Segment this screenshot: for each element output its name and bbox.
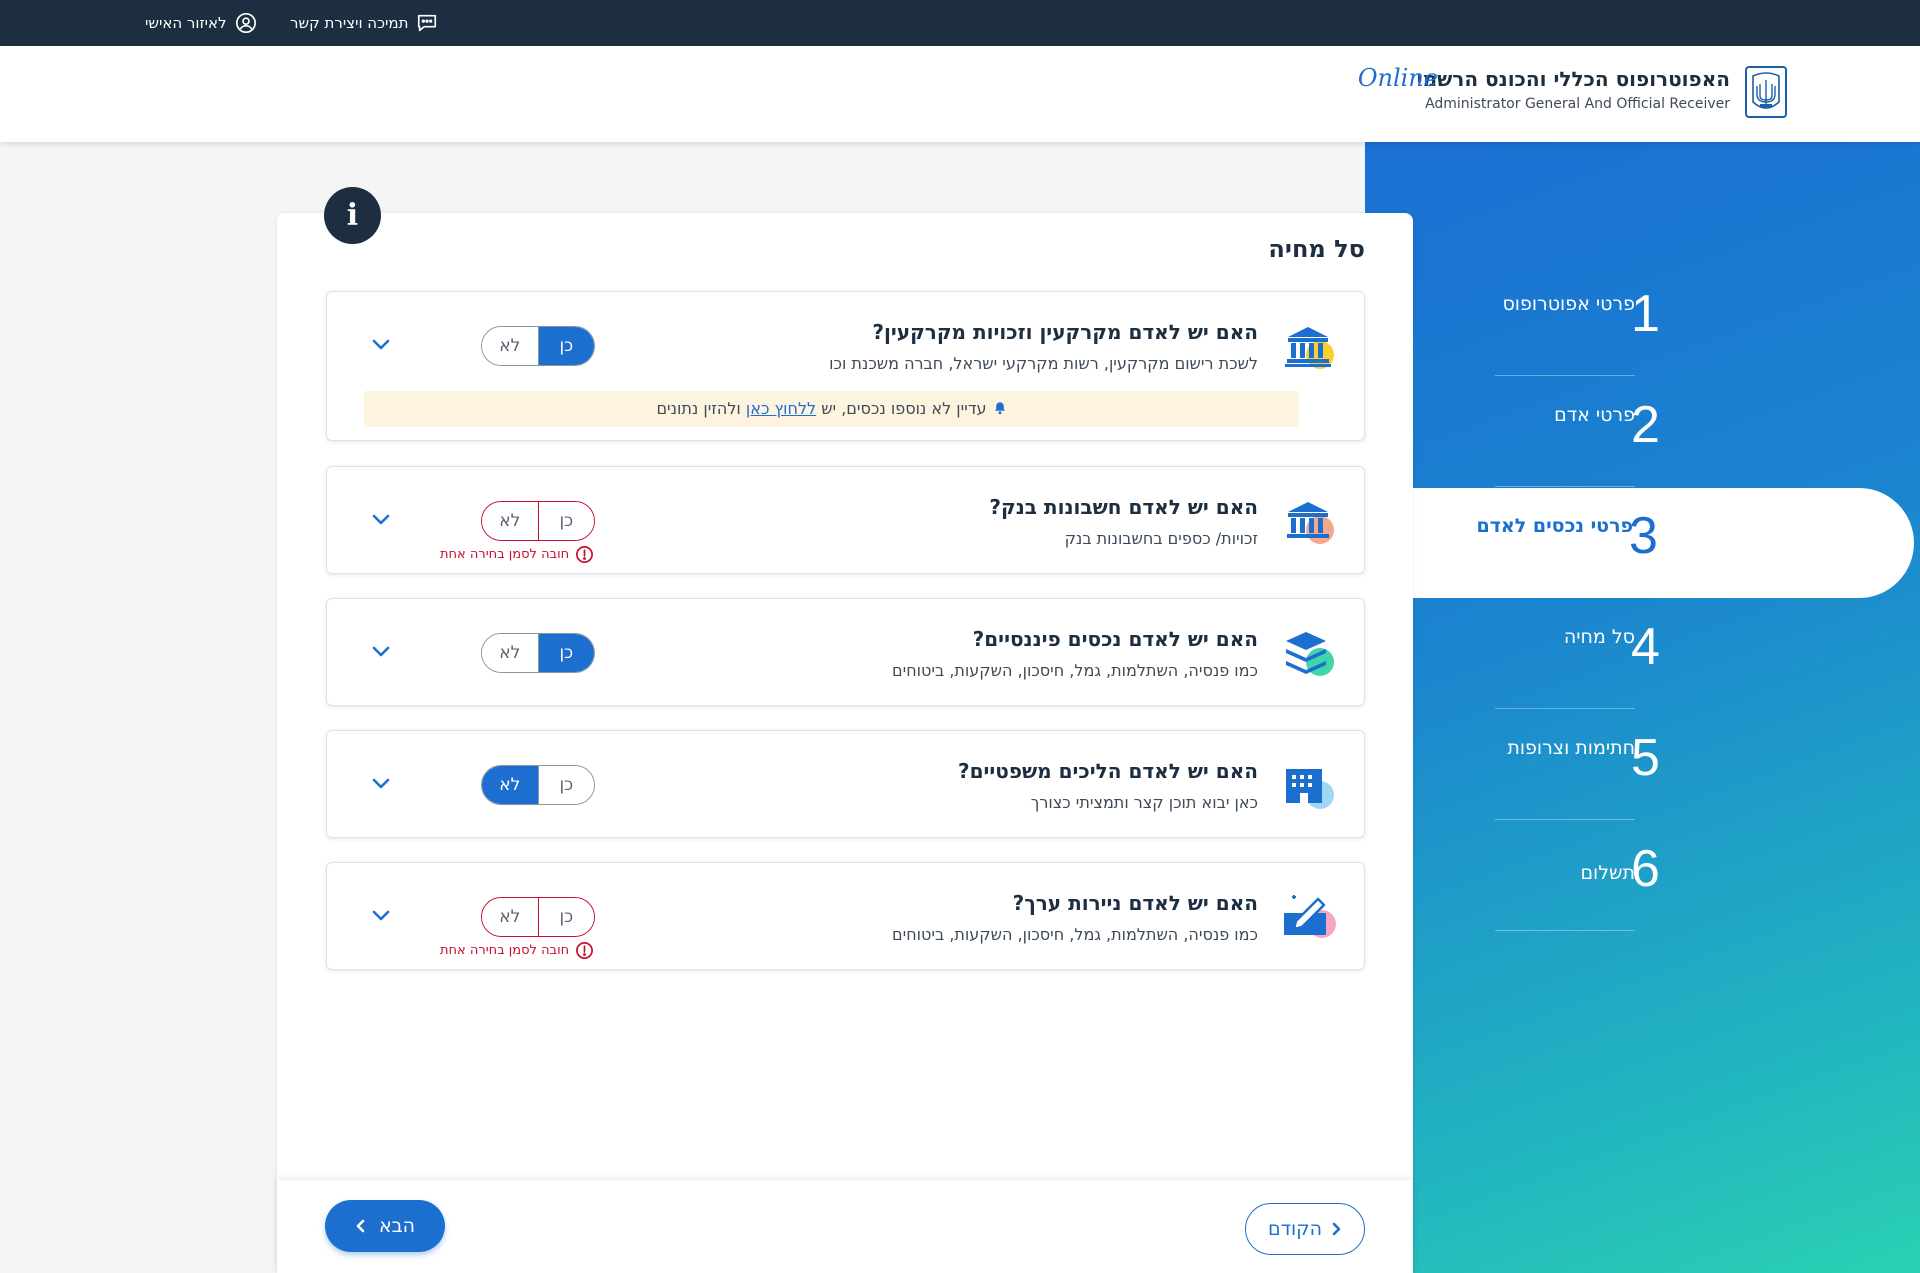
court-building-icon bbox=[1286, 769, 1334, 809]
yes-option[interactable]: כן bbox=[538, 898, 594, 936]
no-option[interactable]: לא bbox=[482, 898, 539, 936]
no-option[interactable]: לא bbox=[482, 502, 539, 540]
step-1[interactable]: 1 פרטי אפוטרופוס bbox=[1413, 266, 1916, 376]
question-title: האם יש לאדם ניירות ערך? bbox=[1012, 891, 1258, 915]
step-number: 1 bbox=[1631, 285, 1660, 343]
info-button[interactable]: i bbox=[324, 187, 381, 244]
question-subtitle: כמו פנסיה, השתלמות, גמל, חיסכון, השקעות,… bbox=[892, 925, 1258, 944]
no-assets-notice: עדיין לא נוספו נכסים, יש ללחוץ כאן ולהזי… bbox=[364, 391, 1299, 427]
notice-text-after: ולהזין נתונים bbox=[656, 399, 741, 418]
previous-label: הקודם bbox=[1267, 1218, 1323, 1240]
main-card: סל מחיה האם יש לאדם מקרקעין וזכויות מקרק… bbox=[277, 213, 1413, 1273]
question-title: האם יש לאדם נכסים פיננסיים? bbox=[972, 627, 1258, 651]
error-text: חובה לסמן בחירה אחת bbox=[440, 943, 570, 958]
question-title: האם יש לאדם חשבונות בנק? bbox=[989, 495, 1258, 519]
yes-no-toggle: לא כן bbox=[481, 501, 595, 541]
personal-area-label: לאיזור האישי bbox=[145, 14, 227, 32]
no-option[interactable]: לא bbox=[482, 327, 539, 365]
step-label: פרטי אפוטרופוס bbox=[1502, 293, 1635, 315]
step-number: 3 bbox=[1629, 507, 1658, 565]
yes-no-toggle: לא כן bbox=[481, 897, 595, 937]
step-divider bbox=[1495, 819, 1635, 820]
step-label: פרטי נכסים לאדם bbox=[1476, 515, 1634, 537]
yes-no-toggle: לא כן bbox=[481, 633, 595, 673]
step-label: חתימות וצרופות bbox=[1507, 737, 1635, 759]
question-card-legal-proceedings: האם יש לאדם הליכים משפטיים? כאן יבוא תוכ… bbox=[326, 730, 1365, 838]
chevron-down-icon[interactable] bbox=[369, 903, 393, 927]
layers-icon bbox=[1286, 632, 1334, 676]
question-title: האם יש לאדם הליכים משפטיים? bbox=[957, 759, 1258, 783]
form-footer: הבא הקודם bbox=[277, 1180, 1413, 1273]
personal-area-link[interactable]: לאיזור האישי bbox=[145, 12, 257, 34]
yes-no-toggle: לא כן bbox=[481, 326, 595, 366]
error-text: חובה לסמן בחירה אחת bbox=[440, 547, 570, 562]
bank-icon bbox=[1287, 502, 1334, 544]
step-number: 2 bbox=[1631, 396, 1660, 454]
question-subtitle: זכויות/ כספים בחשבונות בנק bbox=[1064, 529, 1258, 548]
bell-icon bbox=[994, 402, 1005, 415]
chevron-down-icon[interactable] bbox=[369, 639, 393, 663]
error-circle-icon bbox=[576, 546, 594, 563]
chevron-down-icon[interactable] bbox=[369, 332, 393, 356]
question-subtitle: לשכת רישום מקרקעין, רשות מקרקעי ישראל, ח… bbox=[829, 354, 1258, 373]
chevron-right-icon bbox=[1332, 1222, 1341, 1236]
previous-button[interactable]: הקודם bbox=[1245, 1203, 1365, 1255]
chevron-down-icon[interactable] bbox=[369, 771, 393, 795]
step-4[interactable]: 4 סל מחיה bbox=[1413, 599, 1916, 709]
step-number: 4 bbox=[1631, 618, 1660, 676]
step-2[interactable]: 2 פרטי אדם bbox=[1413, 377, 1916, 487]
step-divider bbox=[1495, 708, 1635, 709]
site-header: האפוטרופוס הכללי והכונס הרשמי Online Adm… bbox=[0, 46, 1920, 142]
yes-option[interactable]: כן bbox=[538, 766, 594, 804]
notice-text-before: עדיין לא נוספו נכסים, יש bbox=[821, 399, 987, 418]
step-6[interactable]: 6 תשלום bbox=[1413, 821, 1916, 931]
no-option[interactable]: לא bbox=[482, 766, 539, 804]
chevron-left-icon bbox=[356, 1219, 365, 1233]
step-number: 5 bbox=[1631, 729, 1660, 787]
brand-online: Online bbox=[1357, 64, 1438, 92]
bank-building-icon bbox=[1285, 327, 1334, 369]
step-label: סל מחיה bbox=[1563, 626, 1635, 648]
brand-subtitle: Administrator General And Official Recei… bbox=[1425, 96, 1730, 112]
no-option[interactable]: לא bbox=[482, 634, 539, 672]
support-label: תמיכה ויצירת קשר bbox=[290, 14, 409, 32]
step-3[interactable]: 3 פרטי נכסים לאדם bbox=[1411, 488, 1914, 598]
step-divider bbox=[1495, 486, 1635, 487]
error-circle-icon bbox=[576, 942, 594, 959]
securities-icon bbox=[1284, 895, 1336, 938]
next-label: הבא bbox=[378, 1215, 416, 1237]
question-card-securities: האם יש לאדם ניירות ערך? כמו פנסיה, השתלמ… bbox=[326, 862, 1365, 970]
step-label: תשלום bbox=[1580, 862, 1635, 884]
required-error: חובה לסמן בחירה אחת bbox=[440, 941, 594, 960]
notice-click-here-link[interactable]: ללחוץ כאן bbox=[746, 399, 816, 418]
yes-option[interactable]: כן bbox=[538, 502, 594, 540]
step-divider bbox=[1495, 375, 1635, 376]
step-number: 6 bbox=[1631, 840, 1660, 898]
question-card-bank-accounts: האם יש לאדם חשבונות בנק? זכויות/ כספים ב… bbox=[326, 466, 1365, 574]
step-divider bbox=[1495, 930, 1635, 931]
question-title: האם יש לאדם מקרקעין וזכויות מקרקעין? bbox=[872, 320, 1258, 344]
brand-title: האפוטרופוס הכללי והכונס הרשמי bbox=[1416, 67, 1730, 91]
next-button[interactable]: הבא bbox=[325, 1200, 445, 1252]
user-circle-icon bbox=[235, 13, 256, 33]
steps-sidebar: 1 פרטי אפוטרופוס 2 פרטי אדם 3 פרטי נכסים… bbox=[1365, 142, 1920, 1273]
question-subtitle: כאן יבוא תוכן קצר ותמציתי כצורך bbox=[1030, 793, 1258, 812]
question-subtitle: כמו פנסיה, השתלמות, גמל, חיסכון, השקעות,… bbox=[892, 661, 1258, 680]
step-5[interactable]: 5 חתימות וצרופות bbox=[1413, 710, 1916, 820]
yes-option[interactable]: כן bbox=[538, 327, 594, 365]
question-card-real-estate: האם יש לאדם מקרקעין וזכויות מקרקעין? לשכ… bbox=[326, 291, 1365, 441]
support-link[interactable]: תמיכה ויצירת קשר bbox=[290, 12, 438, 34]
chat-icon bbox=[418, 14, 437, 32]
card-title: סל מחיה bbox=[1268, 235, 1365, 263]
state-emblem-icon bbox=[1745, 66, 1787, 118]
yes-no-toggle: לא כן bbox=[481, 765, 595, 805]
step-label: פרטי אדם bbox=[1554, 404, 1635, 426]
required-error: חובה לסמן בחירה אחת bbox=[440, 545, 594, 564]
top-bar: לאיזור האישי תמיכה ויצירת קשר bbox=[0, 0, 1920, 46]
question-card-financial-assets: האם יש לאדם נכסים פיננסיים? כמו פנסיה, ה… bbox=[326, 598, 1365, 706]
chevron-down-icon[interactable] bbox=[369, 507, 393, 531]
yes-option[interactable]: כן bbox=[538, 634, 594, 672]
